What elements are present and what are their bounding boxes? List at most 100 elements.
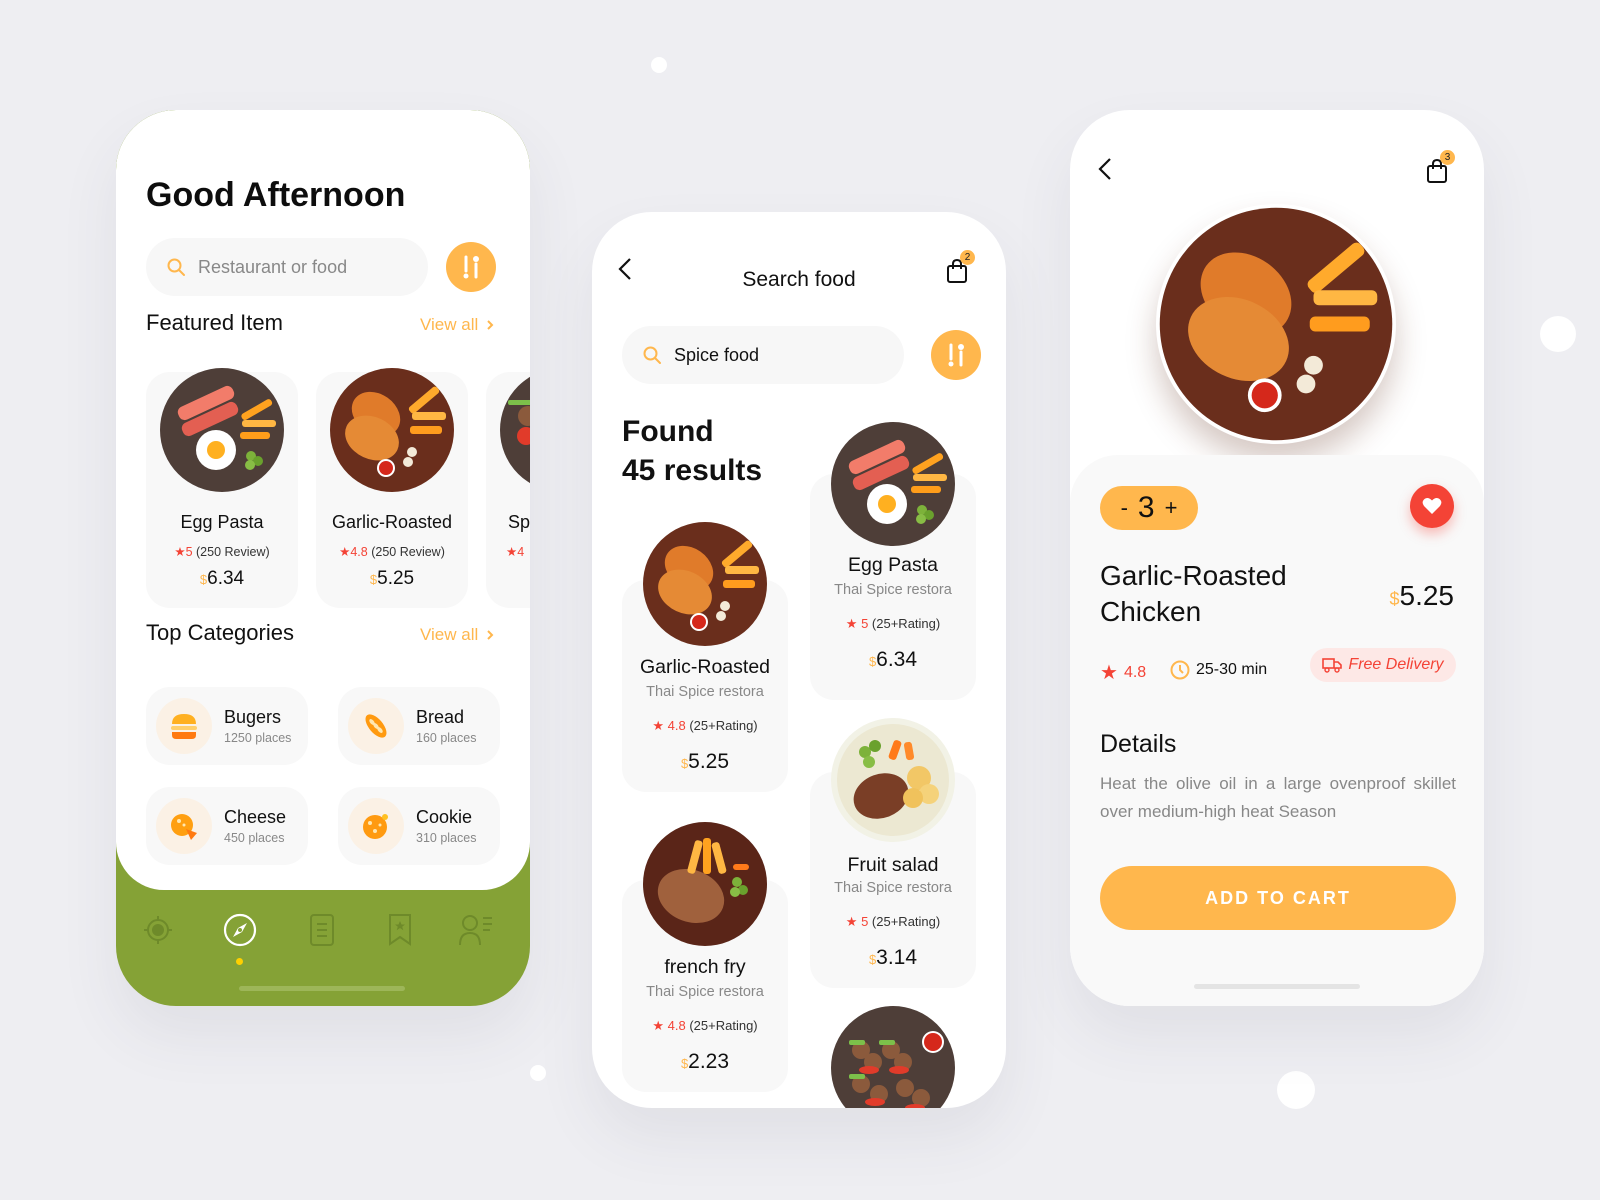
result-restaurant: Thai Spice restora: [646, 684, 764, 700]
nav-bookmarks[interactable]: [380, 910, 420, 950]
results-count: Found 45 results: [622, 412, 762, 490]
result-restaurant: Thai Spice restora: [834, 582, 952, 598]
categories-title: Top Categories: [146, 620, 294, 645]
rating-count: (25+Rating): [871, 914, 941, 929]
rating-value: 4.8: [667, 718, 686, 733]
detail-screen: 3 - 3 + Garlic-Roasted Chicken $5.25 ★ 4…: [1070, 110, 1484, 1006]
search-input[interactable]: Spice food: [622, 326, 904, 384]
currency-symbol: $: [1389, 589, 1400, 609]
result-card[interactable]: Garlic-Roasted Thai Spice restora ★ 4.8 …: [622, 522, 788, 792]
quantity-stepper: - 3 +: [1100, 486, 1198, 530]
filter-button[interactable]: [446, 242, 496, 292]
result-name: Fruit salad: [847, 854, 939, 876]
featured-price: $6.34: [146, 568, 298, 590]
result-card[interactable]: Egg Pasta Thai Spice restora ★ 5 (25+Rat…: [810, 422, 976, 700]
location-icon: [144, 916, 172, 944]
category-card[interactable]: Bread 160 places: [338, 687, 500, 765]
chevron-left-icon: [1098, 158, 1111, 180]
decrease-button[interactable]: -: [1121, 495, 1128, 521]
dish-title: Garlic-Roasted Chicken: [1100, 558, 1287, 630]
price-value: 2.23: [688, 1050, 730, 1073]
result-name: french fry: [664, 956, 746, 978]
fruit-salad-image: [829, 716, 957, 844]
result-restaurant: Thai Spice restora: [834, 880, 952, 896]
favorite-button[interactable]: [1410, 484, 1454, 528]
featured-card[interactable]: Garlic-Roasted ★4.8 (250 Review) $5.25: [316, 368, 468, 608]
categories-view-all-link[interactable]: View all: [420, 625, 494, 645]
price-value: 5.25: [377, 568, 415, 589]
rating-count: (25+Rating): [871, 616, 941, 631]
details-title: Details: [1100, 730, 1177, 758]
cart-button[interactable]: 3: [1422, 150, 1455, 186]
truck-icon: [1322, 658, 1343, 673]
nav-profile[interactable]: [456, 910, 496, 950]
kebab-image: [829, 1004, 957, 1108]
featured-card[interactable]: Egg Pasta ★5 (250 Review) $6.34: [146, 368, 298, 608]
result-rating: ★ 4.8 (25+Rating): [622, 1018, 788, 1034]
time-value: 25-30 min: [1196, 661, 1268, 678]
category-card[interactable]: Cheese 450 places: [146, 787, 308, 865]
star-icon: ★: [652, 1018, 665, 1033]
found-count: 45 results: [622, 454, 763, 487]
search-screen: Search food 2 Spice food Found 45 result…: [592, 212, 1006, 1108]
view-all-label: View all: [420, 625, 479, 644]
filter-button[interactable]: [931, 330, 981, 380]
category-name: Bread: [416, 707, 465, 727]
featured-card-partial[interactable]: Sp ★4: [486, 372, 530, 608]
nav-orders[interactable]: [302, 910, 342, 950]
search-input[interactable]: Restaurant or food: [146, 238, 428, 296]
result-price: $3.14: [810, 946, 976, 970]
search-icon: [167, 258, 185, 276]
found-label: Found: [622, 415, 714, 448]
category-name: Bugers: [224, 707, 282, 727]
star-icon: ★: [174, 545, 186, 559]
chevron-right-icon: [487, 630, 494, 640]
category-card[interactable]: Cookie 310 places: [338, 787, 500, 865]
rating-value: 4.8: [350, 545, 368, 559]
rating-value: 4.8: [667, 1018, 686, 1033]
heart-icon: [1422, 498, 1442, 514]
star-icon: ★: [652, 718, 665, 733]
featured-title: Featured Item: [146, 310, 283, 335]
featured-view-all-link[interactable]: View all: [420, 315, 494, 335]
review-count: (250 Review): [196, 545, 270, 559]
featured-name: Egg Pasta: [180, 512, 264, 532]
home-indicator: [239, 986, 405, 991]
category-places: 1250 places: [224, 731, 292, 745]
result-price: $6.34: [810, 648, 976, 672]
add-to-cart-button[interactable]: ADD TO CART: [1100, 866, 1456, 930]
back-button[interactable]: [1090, 154, 1120, 184]
featured-name: Sp: [508, 512, 530, 532]
kebab-image: [498, 366, 530, 494]
bg-dot: [1277, 1071, 1315, 1109]
details-text: Heat the olive oil in a large ovenproof …: [1100, 774, 1456, 821]
increase-button[interactable]: +: [1165, 495, 1178, 521]
delivery-label: Free Delivery: [1348, 656, 1444, 673]
category-places: 310 places: [416, 831, 477, 845]
category-places: 160 places: [416, 731, 477, 745]
cart-badge: 3: [1440, 150, 1455, 165]
result-card[interactable]: Fruit salad Thai Spice restora ★ 5 (25+R…: [810, 718, 976, 988]
price-value: 6.34: [876, 648, 918, 671]
cart-button[interactable]: 2: [942, 250, 975, 286]
quantity-value: 3: [1137, 491, 1155, 524]
cheese-icon: [156, 798, 212, 854]
featured-rating: ★4.8 (250 Review): [316, 544, 468, 559]
nav-explore[interactable]: [220, 910, 260, 950]
cookie-icon: [348, 798, 404, 854]
bookmark-icon: [389, 914, 411, 946]
result-card[interactable]: french fry Thai Spice restora ★ 4.8 (25+…: [622, 822, 788, 1092]
result-price: $5.25: [622, 750, 788, 774]
search-value: Spice food: [674, 344, 760, 365]
greeting-title: Good Afternoon: [146, 176, 406, 214]
nav-location[interactable]: [138, 910, 178, 950]
star-icon: ★: [339, 545, 351, 559]
dish-price: $5.25: [1389, 580, 1454, 612]
profile-icon: [459, 915, 492, 946]
egg-pasta-image: [158, 366, 286, 494]
category-places: 450 places: [224, 831, 285, 845]
filter-icon: [463, 255, 479, 279]
category-card[interactable]: Bugers 1250 places: [146, 687, 308, 765]
price-value: 3.14: [876, 946, 918, 969]
featured-name: Garlic-Roasted: [331, 512, 453, 532]
